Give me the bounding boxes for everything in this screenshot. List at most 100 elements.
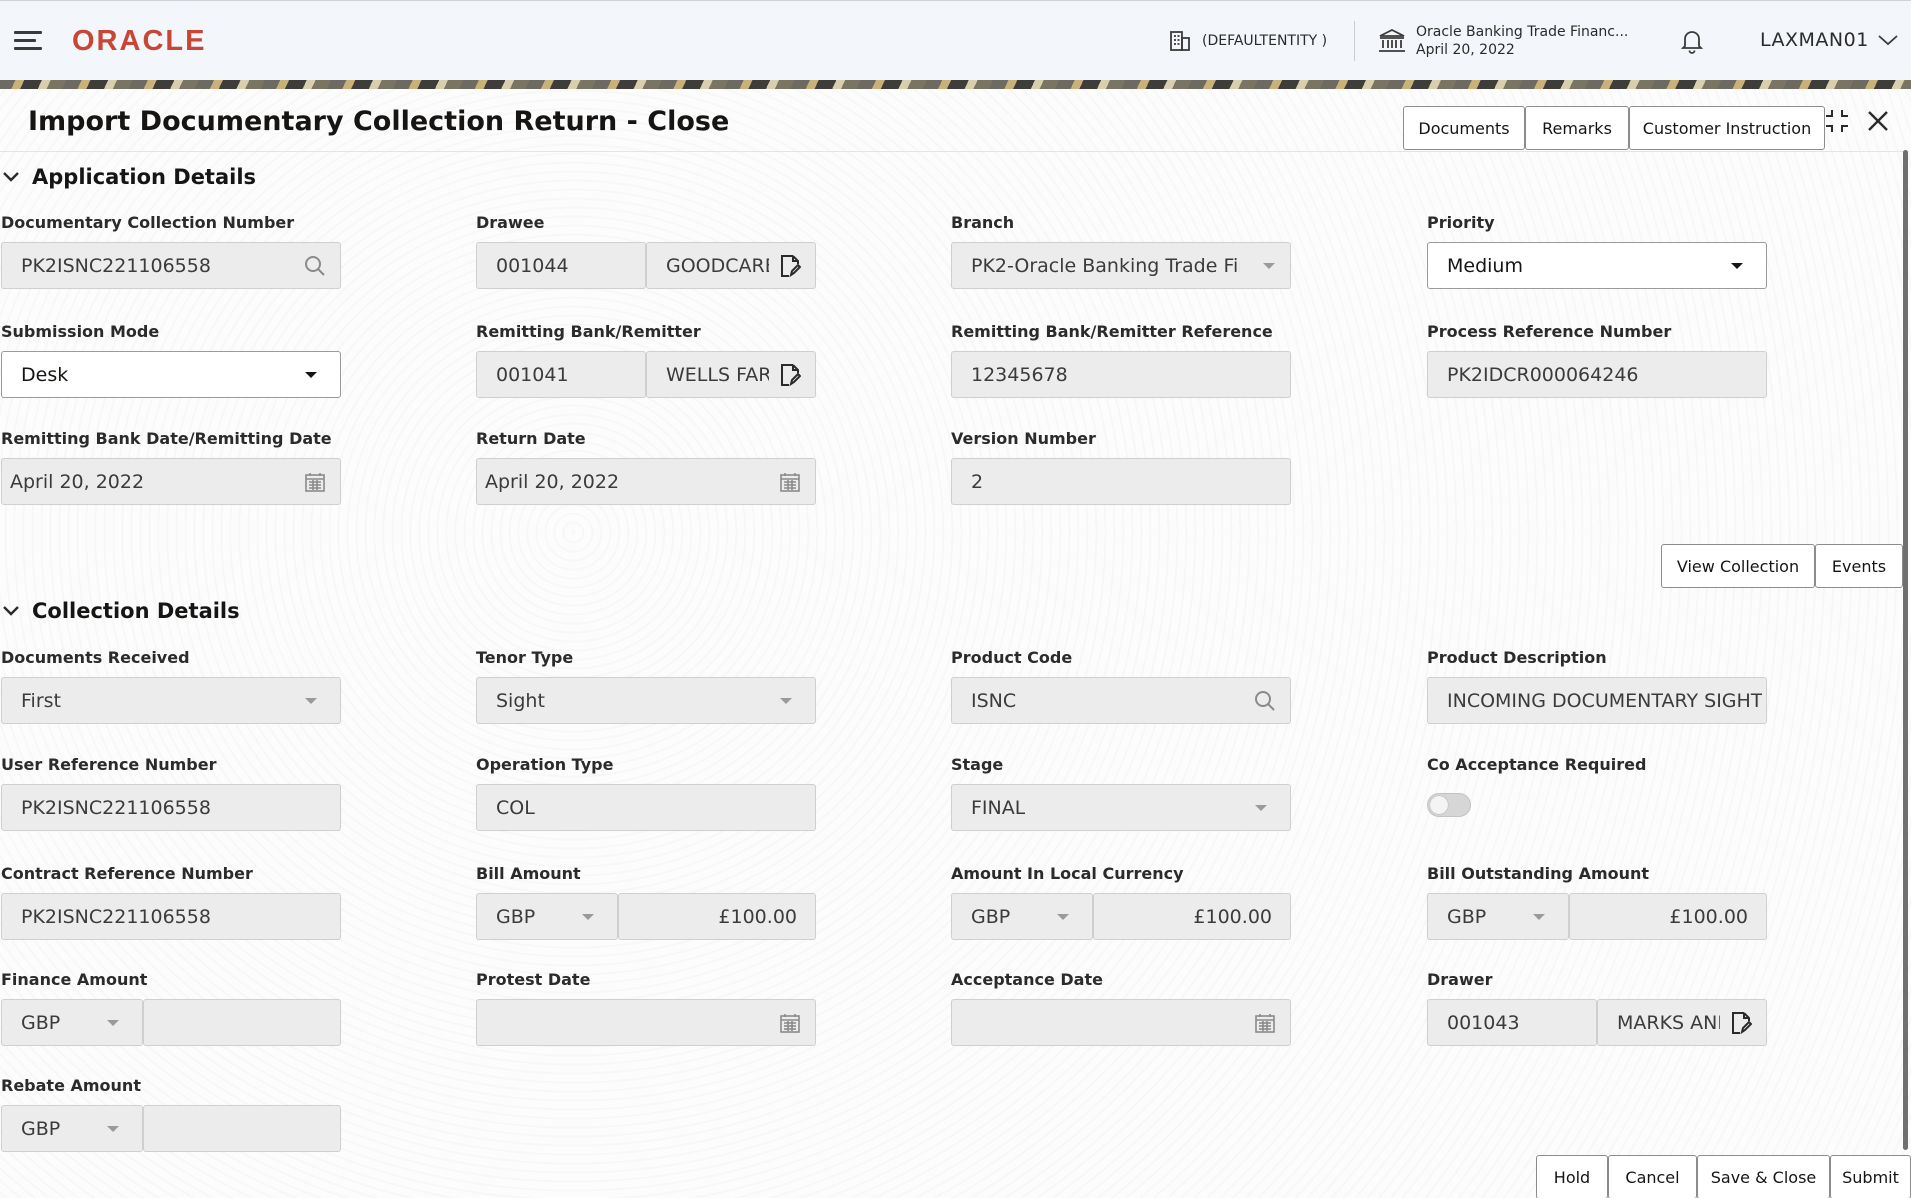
process-reference-number-value: PK2IDCR000064246 (1447, 363, 1639, 386)
tenor-type-label: Tenor Type (476, 648, 574, 667)
hold-button[interactable]: Hold (1536, 1155, 1608, 1198)
documentary-collection-number-value: PK2ISNC221106558 (21, 254, 211, 277)
bank-info[interactable]: Oracle Banking Trade Financ... April 20,… (1378, 23, 1628, 59)
remitting-date-label: Remitting Bank Date/Remitting Date (1, 429, 332, 448)
priority-label: Priority (1427, 213, 1495, 232)
header-divider (1354, 21, 1355, 61)
remitting-bank-reference-value: 12345678 (971, 363, 1068, 386)
co-acceptance-required-label: Co Acceptance Required (1427, 755, 1647, 774)
product-code-field[interactable]: ISNC (951, 677, 1291, 724)
view-collection-button[interactable]: View Collection (1661, 544, 1815, 588)
documentary-collection-number-field[interactable]: PK2ISNC221106558 (1, 242, 341, 289)
title-divider (0, 151, 1905, 152)
remitting-date-field[interactable]: April 20, 2022 (1, 458, 341, 505)
process-reference-number-field[interactable]: PK2IDCR000064246 (1427, 351, 1767, 398)
events-button[interactable]: Events (1815, 544, 1903, 588)
calendar-icon[interactable] (304, 471, 326, 493)
drawer-name-value: MARKS ANI (1617, 1011, 1720, 1034)
bill-amount-value: £100.00 (718, 905, 797, 928)
drawer-id-field[interactable]: 001043 (1427, 999, 1597, 1046)
search-icon[interactable] (304, 255, 326, 277)
finance-amount-currency-value: GBP (21, 1011, 61, 1034)
bill-outstanding-currency-select[interactable]: GBP (1427, 893, 1569, 940)
vertical-scrollbar[interactable] (1903, 150, 1908, 1150)
customer-instruction-button[interactable]: Customer Instruction (1629, 106, 1825, 150)
protest-date-field[interactable] (476, 999, 816, 1046)
calendar-icon[interactable] (779, 1012, 801, 1034)
caret-down-icon (1731, 262, 1743, 269)
finance-amount-field[interactable] (143, 999, 341, 1046)
bill-amount-currency-value: GBP (496, 905, 536, 928)
submit-button[interactable]: Submit (1830, 1155, 1911, 1198)
contract-reference-number-field[interactable]: PK2ISNC221106558 (1, 893, 341, 940)
bill-outstanding-amount-field[interactable]: £100.00 (1569, 893, 1767, 940)
bank-icon (1379, 28, 1405, 52)
protest-date-label: Protest Date (476, 970, 591, 989)
hamburger-menu-icon[interactable] (14, 31, 42, 51)
main-panel: Import Documentary Collection Return - C… (0, 89, 1911, 1198)
remitting-bank-id-field[interactable]: 001041 (476, 351, 646, 398)
collection-details-header[interactable]: Collection Details (0, 599, 240, 623)
product-description-value: INCOMING DOCUMENTARY SIGHT (1447, 689, 1763, 712)
edit-document-icon[interactable] (1730, 1011, 1752, 1035)
remitting-bank-name-field[interactable]: WELLS FAR (646, 351, 816, 398)
acceptance-date-label: Acceptance Date (951, 970, 1103, 989)
edit-document-icon[interactable] (779, 254, 801, 278)
stage-select[interactable]: FINAL (951, 784, 1291, 831)
drawee-name-value: GOODCARE (666, 254, 769, 277)
version-number-field[interactable]: 2 (951, 458, 1291, 505)
submission-mode-label: Submission Mode (1, 322, 160, 341)
save-close-button[interactable]: Save & Close (1697, 1155, 1830, 1198)
calendar-icon[interactable] (1254, 1012, 1276, 1034)
minimize-icon[interactable] (1823, 107, 1851, 135)
product-description-field[interactable]: INCOMING DOCUMENTARY SIGHT (1427, 677, 1767, 724)
remitting-bank-reference-label: Remitting Bank/Remitter Reference (951, 322, 1273, 341)
caret-down-icon (305, 371, 317, 378)
page-title: Import Documentary Collection Return - C… (28, 106, 730, 137)
bill-amount-label: Bill Amount (476, 864, 581, 883)
branch-label: Branch (951, 213, 1015, 232)
operation-type-field[interactable]: COL (476, 784, 816, 831)
bill-amount-currency-select[interactable]: GBP (476, 893, 618, 940)
cancel-button[interactable]: Cancel (1608, 1155, 1697, 1198)
remarks-button[interactable]: Remarks (1525, 106, 1629, 150)
chevron-down-icon (3, 172, 19, 182)
caret-down-icon (107, 1019, 119, 1026)
documents-received-label: Documents Received (1, 648, 190, 667)
rebate-amount-currency-select[interactable]: GBP (1, 1105, 143, 1152)
entity-selector[interactable]: (DEFAULTENTITY ) (1168, 29, 1327, 53)
remitting-bank-reference-field[interactable]: 12345678 (951, 351, 1291, 398)
drawer-name-field[interactable]: MARKS ANI (1597, 999, 1767, 1046)
close-icon[interactable] (1866, 109, 1890, 133)
documents-received-select[interactable]: First (1, 677, 341, 724)
calendar-icon[interactable] (779, 471, 801, 493)
documents-button[interactable]: Documents (1403, 106, 1525, 150)
acceptance-date-field[interactable] (951, 999, 1291, 1046)
caret-down-icon (582, 913, 594, 920)
priority-select[interactable]: Medium (1427, 242, 1767, 289)
bank-name: Oracle Banking Trade Financ... (1416, 24, 1629, 40)
search-icon[interactable] (1254, 690, 1276, 712)
caret-down-icon (107, 1125, 119, 1132)
tenor-type-select[interactable]: Sight (476, 677, 816, 724)
amount-local-currency-field[interactable]: £100.00 (1093, 893, 1291, 940)
notification-bell-icon[interactable] (1680, 27, 1704, 55)
chevron-down-icon (1878, 35, 1898, 46)
user-reference-number-field[interactable]: PK2ISNC221106558 (1, 784, 341, 831)
finance-amount-currency-select[interactable]: GBP (1, 999, 143, 1046)
contract-reference-number-value: PK2ISNC221106558 (21, 905, 211, 928)
user-reference-number-value: PK2ISNC221106558 (21, 796, 211, 819)
rebate-amount-field[interactable] (143, 1105, 341, 1152)
user-menu[interactable]: LAXMAN01 (1760, 29, 1899, 51)
application-details-title: Application Details (32, 165, 257, 189)
edit-document-icon[interactable] (779, 363, 801, 387)
return-date-field[interactable]: April 20, 2022 (476, 458, 816, 505)
drawee-id-field[interactable]: 001044 (476, 242, 646, 289)
amount-local-currency-currency-select[interactable]: GBP (951, 893, 1093, 940)
drawee-name-field[interactable]: GOODCARE (646, 242, 816, 289)
submission-mode-select[interactable]: Desk (1, 351, 341, 398)
application-details-header[interactable]: Application Details (0, 165, 256, 189)
branch-select[interactable]: PK2-Oracle Banking Trade Fina (951, 242, 1291, 289)
bill-amount-field[interactable]: £100.00 (618, 893, 816, 940)
co-acceptance-required-toggle[interactable] (1427, 793, 1471, 817)
